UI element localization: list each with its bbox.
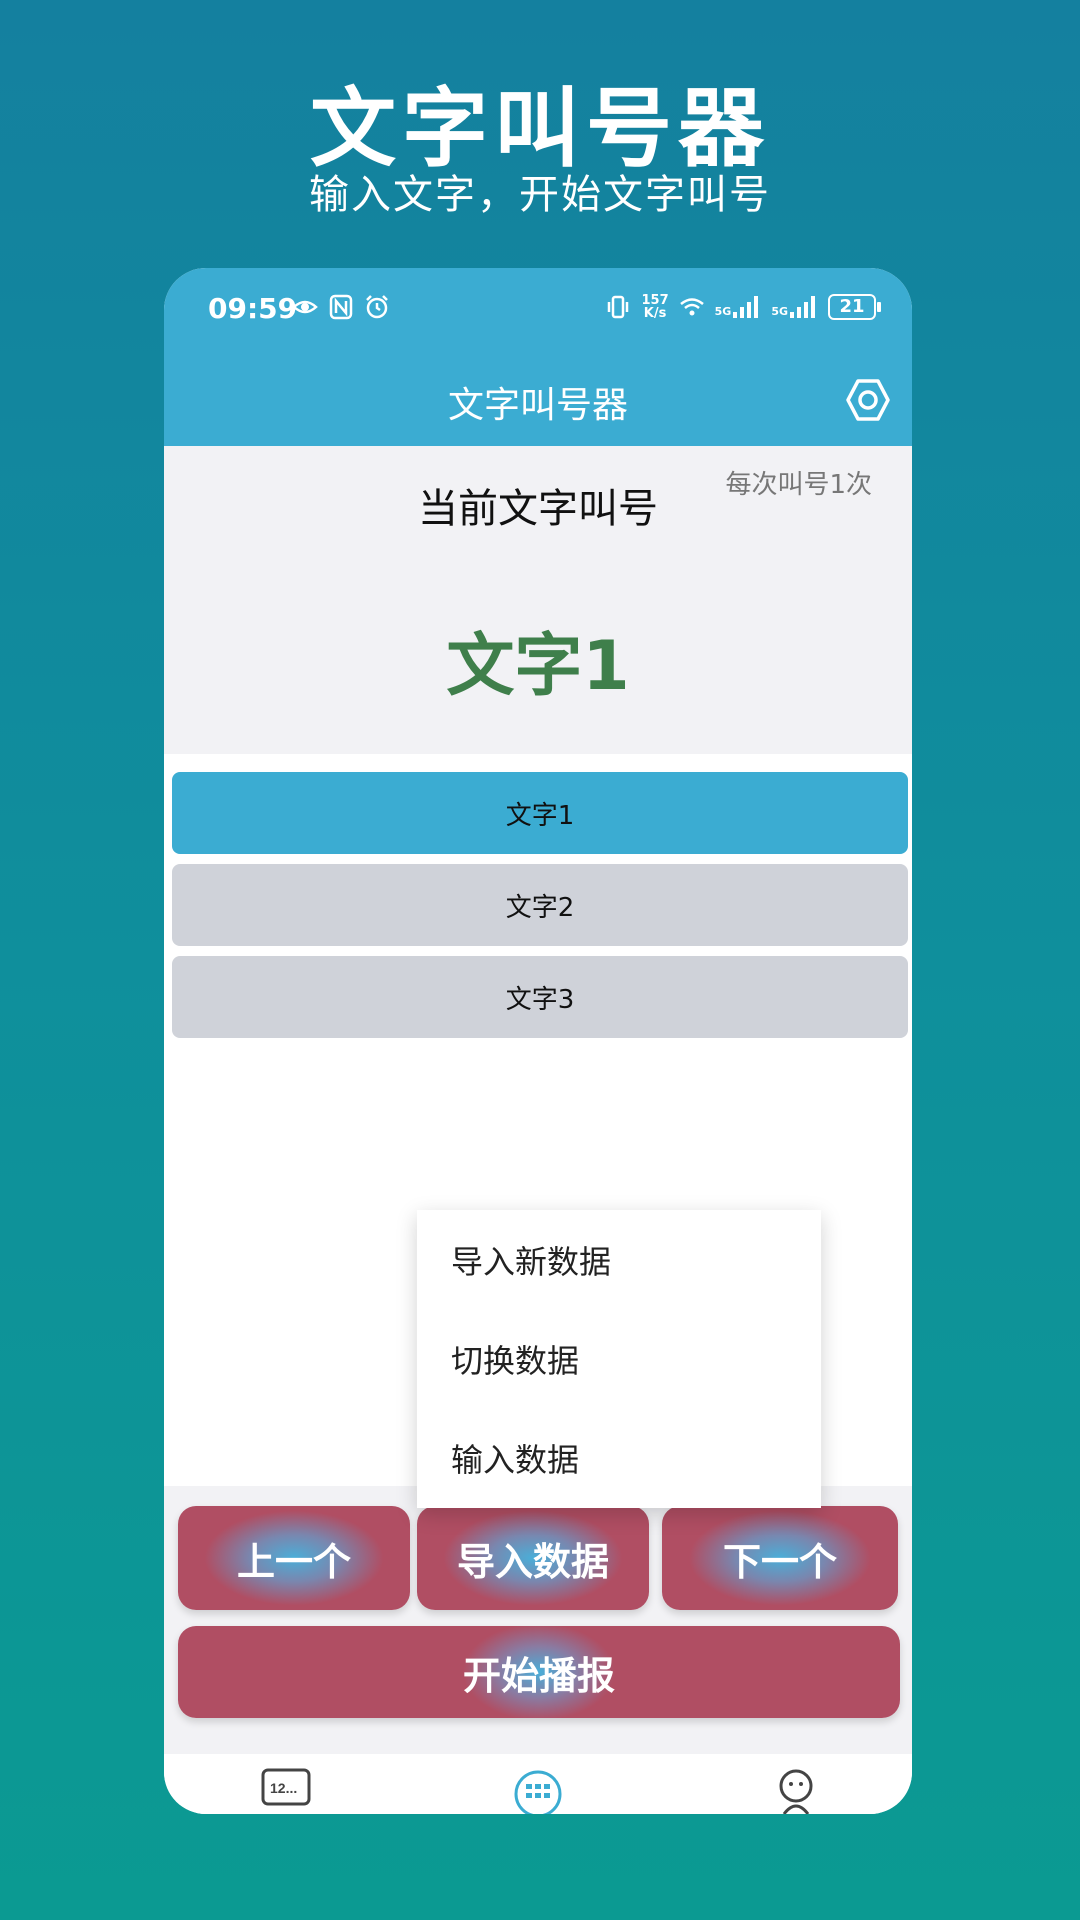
nav-1-label: 12... [270,1780,297,1796]
vibrate-icon [608,295,629,319]
grid-dial-icon [514,1770,562,1814]
signal-bars-icon [733,296,759,318]
signal-1-label: 5G [714,305,732,318]
signal-1: 5G [715,296,762,318]
battery-icon: 21 [828,294,881,320]
alarm-icon [366,295,388,319]
current-call-value: 文字1 [446,627,630,706]
menu-item-import-new[interactable]: 导入新数据 [417,1210,821,1309]
next-button[interactable]: 下一个 [662,1506,898,1610]
status-bar: 09:59 157 K/s 5G 5G 21 [164,268,912,354]
list-item[interactable]: 文字2 [172,864,908,946]
number-keypad-icon: 12... [261,1768,311,1806]
net-speed-indicator: 157 K/s [641,294,668,320]
profile-icon [779,1769,813,1814]
current-call-panel: 当前文字叫号 每次叫号1次 文字1 [164,446,912,754]
nav-profile[interactable] [770,1764,822,1814]
import-button[interactable]: 导入数据 [417,1506,649,1610]
menu-item-input-data[interactable]: 输入数据 [417,1408,821,1507]
status-time: 09:59 [208,292,298,325]
list-item[interactable]: 文字1 [172,772,908,854]
prev-button[interactable]: 上一个 [178,1506,410,1610]
net-speed-unit: K/s [643,306,667,321]
nav-number-call[interactable]: 12... [260,1764,312,1814]
app-bar: 文字叫号器 [164,354,912,446]
app-title: 文字叫号器 [447,385,628,426]
text-list: 文字1 文字2 文字3 [172,772,908,1048]
signal-2-label: 5G [771,305,788,318]
signal-bars-icon [790,296,815,318]
settings-icon[interactable] [844,376,892,424]
bottom-nav: 12... [164,1754,912,1814]
import-menu: 导入新数据 切换数据 输入数据 [417,1210,821,1508]
nfc-icon [329,294,353,320]
promo-subtitle: 输入文字，开始文字叫号 [309,172,771,218]
list-item[interactable]: 文字3 [172,956,908,1038]
menu-item-switch-data[interactable]: 切换数据 [417,1309,821,1408]
action-area: 上一个 导入数据 下一个 开始播报 [164,1486,912,1754]
signal-2: 5G [771,296,818,318]
start-broadcast-button[interactable]: 开始播报 [178,1626,900,1718]
wifi-icon [679,298,704,316]
eye-icon [292,300,318,314]
nav-text-call[interactable] [512,1764,564,1814]
phone-frame: 09:59 157 K/s 5G 5G 21 文字叫号器 当前文字叫号 每次叫号… [164,268,912,1814]
per-call-setting[interactable]: 每次叫号1次 [725,464,872,501]
